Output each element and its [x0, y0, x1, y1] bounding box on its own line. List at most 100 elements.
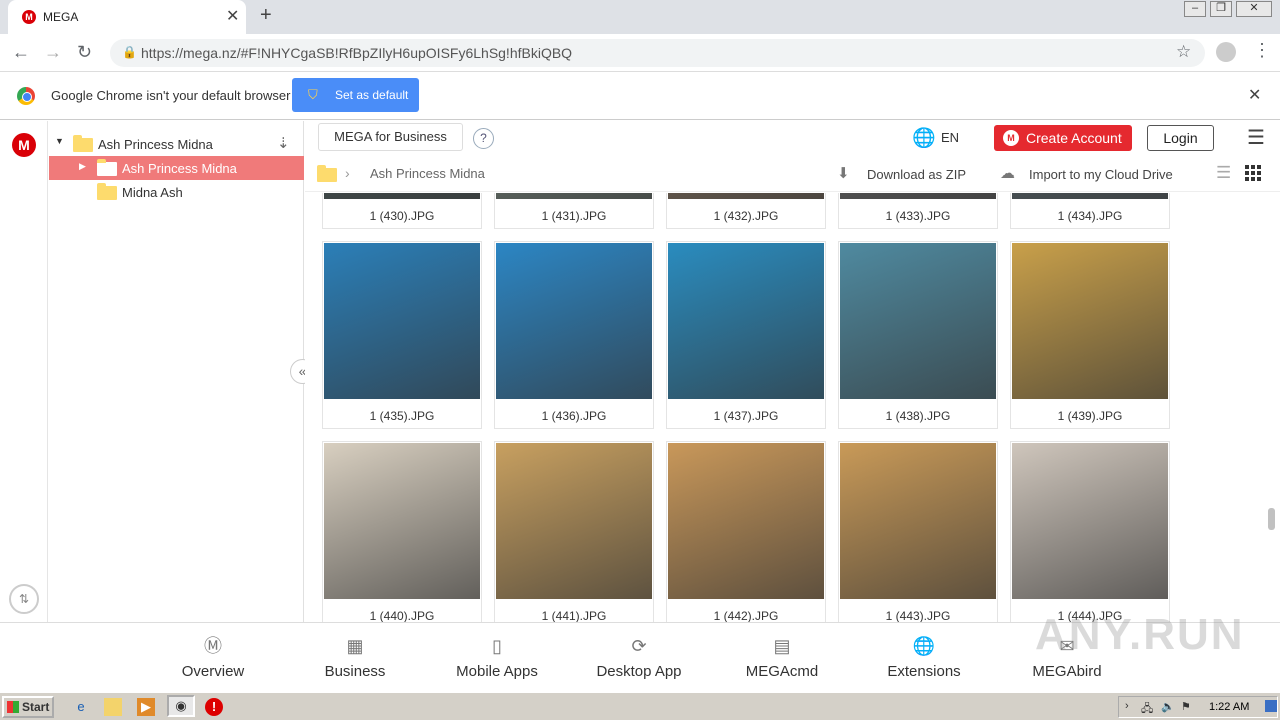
- grid-view-icon[interactable]: [1245, 165, 1261, 181]
- file-card[interactable]: 1 (442).JPG: [666, 441, 826, 622]
- back-icon[interactable]: ←: [12, 42, 30, 63]
- url-text[interactable]: https://mega.nz/#F!NHYCgaSB!RfBpZIlyH6up…: [141, 45, 572, 61]
- file-card[interactable]: 1 (439).JPG: [1010, 241, 1170, 429]
- list-view-icon[interactable]: ☰: [1216, 163, 1231, 183]
- language-label[interactable]: EN: [941, 130, 959, 145]
- shield-icon: ⛉: [308, 87, 318, 102]
- reload-icon[interactable]: ↻: [77, 42, 92, 63]
- footer-megacmd[interactable]: ▤ MEGAcmd: [722, 635, 842, 680]
- desktop-icon[interactable]: [1265, 700, 1277, 712]
- file-card[interactable]: 1 (444).JPG: [1010, 441, 1170, 622]
- footer-overview[interactable]: Ⓜ Overview: [153, 635, 273, 680]
- phone-icon: ▯: [492, 636, 502, 656]
- create-account-button[interactable]: M Create Account: [994, 125, 1132, 151]
- minimize-icon[interactable]: –: [1184, 1, 1206, 17]
- file-thumbnail[interactable]: [1012, 243, 1168, 399]
- file-card[interactable]: 1 (435).JPG: [322, 241, 482, 429]
- file-thumbnail[interactable]: [496, 193, 652, 199]
- file-card[interactable]: 1 (437).JPG: [666, 241, 826, 429]
- tray-arrow-icon[interactable]: ›: [1125, 700, 1129, 712]
- file-card[interactable]: 1 (438).JPG: [838, 241, 998, 429]
- file-name: 1 (433).JPG: [885, 209, 951, 223]
- help-icon[interactable]: ?: [473, 128, 494, 149]
- tree-item[interactable]: Midna Ash: [49, 180, 304, 204]
- file-card[interactable]: 1 (433).JPG: [838, 193, 998, 229]
- file-thumbnail[interactable]: [324, 243, 480, 399]
- lock-icon[interactable]: 🔒: [122, 45, 137, 59]
- file-thumbnail[interactable]: [324, 193, 480, 199]
- file-name: 1 (443).JPG: [885, 609, 951, 622]
- ie-icon[interactable]: e: [72, 698, 90, 716]
- login-button[interactable]: Login: [1147, 125, 1214, 151]
- file-name: 1 (436).JPG: [541, 409, 607, 423]
- file-thumbnail[interactable]: [840, 193, 996, 199]
- file-card[interactable]: 1 (436).JPG: [494, 241, 654, 429]
- mega-for-business-button[interactable]: MEGA for Business: [318, 123, 463, 151]
- omnibox[interactable]: 🔒 https://mega.nz/#F!NHYCgaSB!RfBpZIlyH6…: [110, 39, 1205, 67]
- chrome-taskbar-icon[interactable]: ◉: [167, 695, 195, 717]
- tree-item-label: Midna Ash: [122, 185, 183, 200]
- globe-icon[interactable]: 🌐: [912, 126, 936, 150]
- system-tray: › 🖧 🔈 ⚑: [1118, 696, 1278, 718]
- expand-right-icon[interactable]: ▶: [79, 161, 86, 172]
- file-card[interactable]: 1 (431).JPG: [494, 193, 654, 229]
- download-zip-button[interactable]: Download as ZIP: [867, 167, 966, 182]
- file-thumbnail[interactable]: [840, 243, 996, 399]
- cloud-import-icon[interactable]: ☁: [1000, 164, 1015, 182]
- breadcrumb-folder-name[interactable]: Ash Princess Midna: [370, 166, 485, 181]
- close-window-icon[interactable]: ✕: [1236, 1, 1272, 17]
- file-card[interactable]: 1 (432).JPG: [666, 193, 826, 229]
- restore-icon[interactable]: ❐: [1210, 1, 1232, 17]
- expand-down-icon[interactable]: ▼: [55, 136, 64, 146]
- explorer-icon[interactable]: [104, 698, 122, 716]
- file-thumbnail[interactable]: [324, 443, 480, 599]
- tree-item-selected[interactable]: ▶ Ash Princess Midna: [49, 156, 304, 180]
- file-card[interactable]: 1 (441).JPG: [494, 441, 654, 622]
- sort-icon[interactable]: ⇣: [277, 134, 290, 152]
- file-thumbnail[interactable]: [840, 443, 996, 599]
- folder-tree: ▼ Ash Princess Midna ⇣ ▶ Ash Princess Mi…: [49, 121, 304, 622]
- mega-logo-icon: M: [1003, 130, 1019, 146]
- folder-icon[interactable]: [317, 165, 337, 182]
- file-thumbnail[interactable]: [668, 243, 824, 399]
- address-bar-row: ← → ↻ 🔒 https://mega.nz/#F!NHYCgaSB!RfBp…: [0, 34, 1280, 72]
- network-icon[interactable]: 🖧: [1141, 700, 1153, 719]
- start-button[interactable]: Start: [2, 696, 54, 718]
- infobar-close-icon[interactable]: ✕: [1248, 85, 1261, 105]
- file-card[interactable]: 1 (443).JPG: [838, 441, 998, 622]
- file-thumbnail[interactable]: [1012, 193, 1168, 199]
- hamburger-menu-icon[interactable]: ☰: [1247, 125, 1265, 150]
- file-thumbnail[interactable]: [496, 443, 652, 599]
- set-as-default-button[interactable]: ⛉ Set as default: [292, 78, 419, 112]
- mega-logo-icon[interactable]: M: [12, 133, 36, 157]
- globe-icon: 🌐: [912, 636, 936, 656]
- file-thumbnail[interactable]: [668, 443, 824, 599]
- media-player-icon[interactable]: ▶: [137, 698, 155, 716]
- new-tab-icon[interactable]: +: [260, 4, 272, 27]
- file-card[interactable]: 1 (434).JPG: [1010, 193, 1170, 229]
- bookmark-star-icon[interactable]: ☆: [1176, 42, 1191, 62]
- footer-desktop-app[interactable]: ⟳ Desktop App: [579, 635, 699, 680]
- browser-tab[interactable]: M MEGA ✕: [8, 0, 246, 34]
- file-thumbnail[interactable]: [496, 243, 652, 399]
- tree-root[interactable]: ▼ Ash Princess Midna ⇣: [49, 132, 304, 156]
- file-thumbnail[interactable]: [1012, 443, 1168, 599]
- file-card[interactable]: 1 (440).JPG: [322, 441, 482, 622]
- forward-icon[interactable]: →: [44, 42, 62, 63]
- file-thumbnail[interactable]: [668, 193, 824, 199]
- footer-mobile-apps[interactable]: ▯ Mobile Apps: [437, 635, 557, 680]
- tab-close-icon[interactable]: ✕: [226, 6, 239, 26]
- speaker-icon[interactable]: 🔈: [1161, 700, 1175, 713]
- download-zip-icon[interactable]: ⬇: [837, 164, 850, 182]
- file-card[interactable]: 1 (430).JPG: [322, 193, 482, 229]
- footer-extensions[interactable]: 🌐 Extensions: [864, 635, 984, 680]
- footer-business[interactable]: ▦ Business: [295, 635, 415, 680]
- chrome-menu-icon[interactable]: ⋮: [1253, 40, 1271, 61]
- file-name: 1 (442).JPG: [713, 609, 779, 622]
- alert-icon[interactable]: !: [205, 698, 223, 716]
- import-cloud-drive-button[interactable]: Import to my Cloud Drive: [1029, 167, 1173, 182]
- scrollbar-thumb[interactable]: [1268, 508, 1275, 530]
- transfers-icon[interactable]: ⇅: [9, 584, 39, 614]
- profile-avatar[interactable]: [1216, 42, 1236, 62]
- flag-icon[interactable]: ⚑: [1181, 700, 1191, 713]
